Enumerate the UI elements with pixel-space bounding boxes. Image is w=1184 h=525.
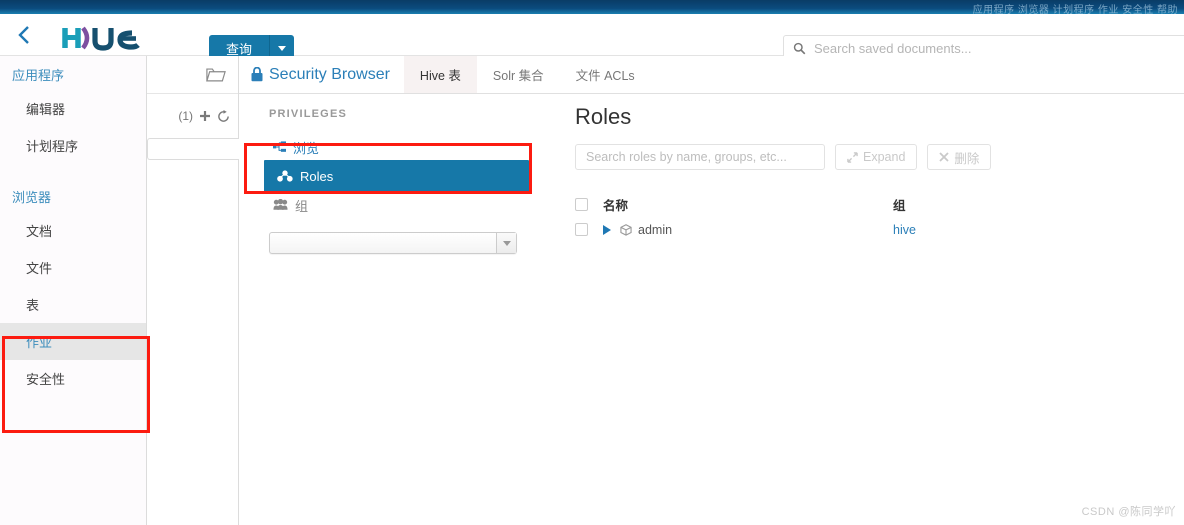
app-header: 查询 [0,14,1184,61]
sidebar-item-documents[interactable]: 文档 [0,212,146,249]
sidebar-item-security[interactable]: 安全性 [0,360,146,397]
lock-icon [251,67,263,82]
privileges-title: PRIVILEGES [269,108,348,120]
table-row[interactable]: admin hive [575,217,975,242]
expand-button[interactable]: Expand [835,144,918,170]
privileges-item-groups-label: 组 [295,198,309,214]
select-all-checkbox[interactable] [575,198,588,211]
chevron-left-icon [17,26,29,44]
folder-icon[interactable] [206,66,226,83]
tab-bar: Security Browser Hive 表 Solr 集合 文件 ACLs [239,56,1184,94]
row-checkbox[interactable] [575,223,588,236]
tab-file-acls[interactable]: 文件 ACLs [560,56,651,93]
tab-solr-collections[interactable]: Solr 集合 [477,56,560,93]
privileges-group-select[interactable] [269,232,517,254]
sidebar-item-files[interactable]: 文件 [0,249,146,286]
row-name: admin [620,223,672,237]
privileges-item-roles[interactable]: Roles [264,160,529,192]
documents-column-tools: (1) [147,94,238,138]
roles-toolbar: Expand 删除 [575,144,1184,170]
row-name-cell: admin [603,223,893,237]
privileges-item-groups[interactable]: 组 [269,192,575,218]
delete-button-label: 删除 [954,151,980,166]
expand-button-label: Expand [863,150,906,164]
back-chevron-icon[interactable] [12,23,34,47]
times-icon [939,152,950,162]
expand-icon [847,151,858,163]
row-name-text: admin [638,222,673,237]
sidebar-group-browsers: 浏览器 [12,190,52,205]
sidebar-item-editor[interactable]: 编辑器 [0,90,146,127]
column-header-group: 组 [893,199,906,213]
row-group-link[interactable]: hive [893,223,953,237]
roles-table-header: 名称 组 [575,192,975,217]
main-content: Security Browser Hive 表 Solr 集合 文件 ACLs … [239,56,1184,525]
search-icon [793,42,806,54]
sidebar-group-applications: 应用程序 [12,68,65,83]
privileges-item-browse[interactable]: 浏览 [269,134,575,160]
roles-panel: Roles Expand 删除 [575,94,1184,525]
chevron-down-icon [502,240,511,246]
app-root: 应用程序 浏览器 计划程序 作业 安全性 帮助 查询 Search saved … [0,0,1184,525]
documents-count: (1) [178,109,193,123]
privileges-item-roles-label: Roles [300,168,334,184]
body-split: PRIVILEGES 浏览 Roles 组 Roles Search roles… [239,94,1184,525]
cube-icon [620,223,632,236]
privileges-panel: PRIVILEGES 浏览 Roles 组 [239,94,575,525]
top-strip-cut-text: 应用程序 浏览器 计划程序 作业 安全性 帮助 [972,5,1178,14]
roles-table: 名称 组 admin hive [575,192,975,242]
hue-logo-icon [62,26,140,51]
chevron-down-icon [278,45,287,51]
roles-icon [277,170,293,182]
column-header-name: 名称 [603,199,629,213]
top-navy-strip: 应用程序 浏览器 计划程序 作业 安全性 帮助 [0,0,1184,14]
privileges-item-browse-label: 浏览 [293,140,320,156]
roles-search-input[interactable] [575,144,825,170]
plus-icon[interactable] [199,110,211,122]
sitemap-icon [273,141,286,152]
sidebar-item-tables[interactable]: 表 [0,286,146,323]
sidebar-item-jobs[interactable]: 作业 [0,323,146,360]
roles-title: Roles [575,104,632,129]
privileges-group-select-caret[interactable] [496,233,516,253]
left-sidebar: 应用程序 编辑器 计划程序 浏览器 文档 文件 表 作业 安全性 [0,56,147,525]
security-browser-title: Security Browser [239,56,404,93]
documents-column-header [147,56,238,94]
security-browser-label: Security Browser [269,65,390,83]
documents-column: (1) [147,56,239,525]
sidebar-item-scheduler[interactable]: 计划程序 [0,127,146,164]
documents-filter-input[interactable] [147,138,239,160]
saved-documents-search-input[interactable] [814,40,1174,56]
delete-button[interactable]: 删除 [927,144,992,170]
triangle-right-icon[interactable] [603,224,611,235]
group-icon [273,199,288,210]
refresh-icon[interactable] [217,109,230,123]
hue-logo[interactable] [62,26,147,51]
watermark: CSDN @陈同学吖 [1081,506,1176,518]
tab-hive-tables[interactable]: Hive 表 [403,56,477,93]
